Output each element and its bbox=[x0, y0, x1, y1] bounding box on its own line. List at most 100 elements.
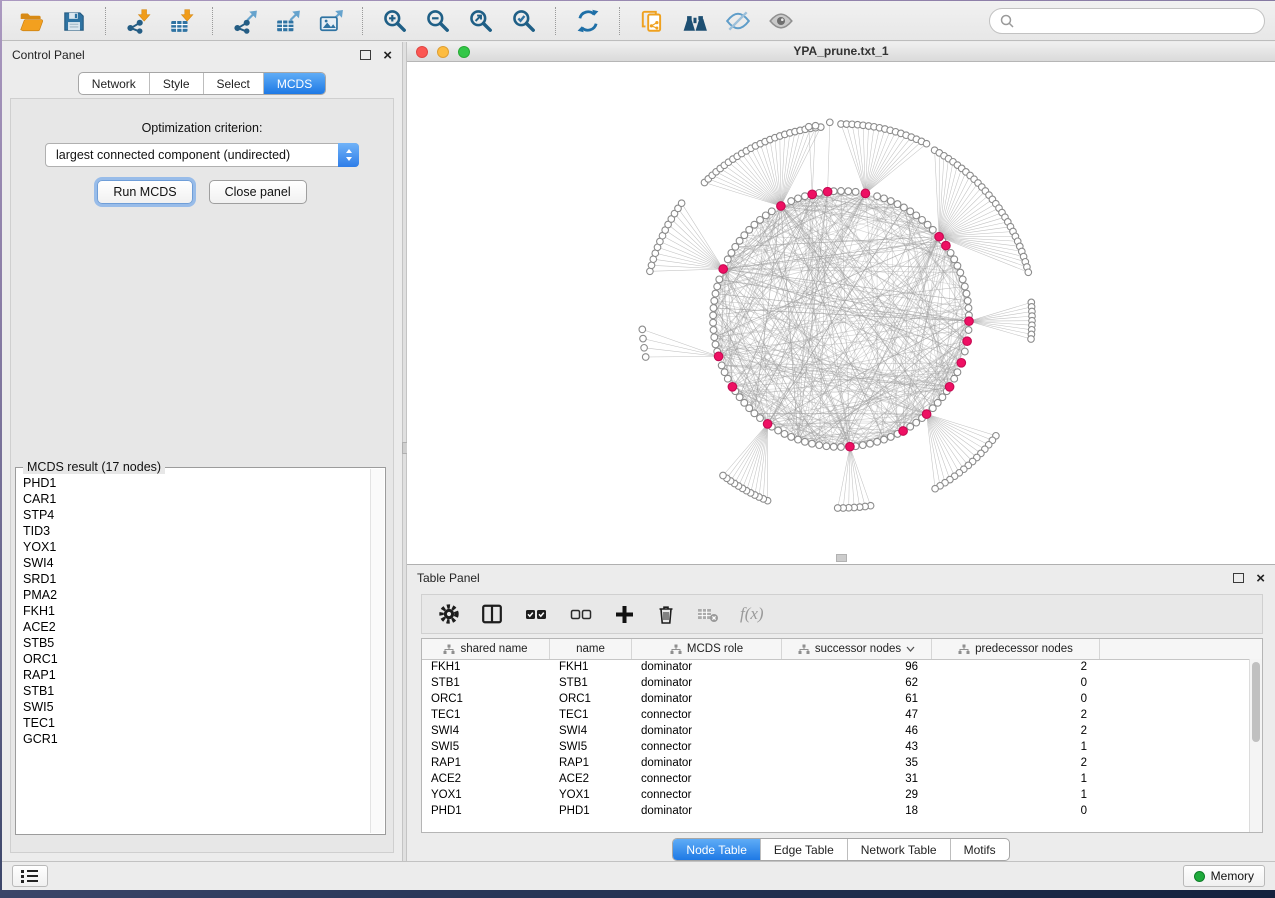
network-node[interactable] bbox=[711, 334, 718, 341]
network-node[interactable] bbox=[711, 297, 718, 304]
column-header-successor-nodes[interactable]: successor nodes bbox=[782, 639, 932, 659]
table-row[interactable]: ORC1ORC1dominator610 bbox=[422, 691, 1248, 707]
copy-share-network-button[interactable] bbox=[633, 5, 671, 37]
network-mcds-hub-node[interactable] bbox=[945, 383, 954, 392]
network-node[interactable] bbox=[712, 341, 719, 348]
network-window-titlebar[interactable]: YPA_prune.txt_1 bbox=[407, 42, 1275, 62]
select-all-button[interactable] bbox=[524, 604, 548, 624]
mcds-result-item[interactable]: SWI5 bbox=[23, 699, 370, 715]
network-node[interactable] bbox=[712, 290, 719, 297]
open-session-button[interactable] bbox=[12, 5, 50, 37]
network-mcds-hub-node[interactable] bbox=[957, 359, 966, 368]
table-scrollbar[interactable] bbox=[1249, 659, 1262, 832]
network-node[interactable] bbox=[907, 423, 914, 430]
network-leaf-node[interactable] bbox=[834, 505, 841, 512]
network-node[interactable] bbox=[710, 327, 717, 334]
mcds-result-item[interactable]: GCR1 bbox=[23, 731, 370, 747]
tab-edge-table[interactable]: Edge Table bbox=[760, 839, 847, 860]
search-field[interactable] bbox=[989, 8, 1265, 34]
network-node[interactable] bbox=[859, 442, 866, 449]
table-row[interactable]: TEC1TEC1connector472 bbox=[422, 707, 1248, 723]
network-node[interactable] bbox=[929, 226, 936, 233]
network-node[interactable] bbox=[845, 188, 852, 195]
network-node[interactable] bbox=[939, 394, 946, 401]
zoom-selected-button[interactable] bbox=[505, 5, 543, 37]
network-node[interactable] bbox=[757, 415, 764, 422]
export-image-button[interactable] bbox=[312, 5, 350, 37]
network-node[interactable] bbox=[951, 256, 958, 263]
network-node[interactable] bbox=[963, 290, 970, 297]
network-leaf-node[interactable] bbox=[1028, 336, 1035, 343]
import-table-button[interactable] bbox=[162, 5, 200, 37]
mcds-result-item[interactable]: SWI4 bbox=[23, 555, 370, 571]
table-mode-button[interactable] bbox=[438, 603, 460, 625]
tab-network-table[interactable]: Network Table bbox=[847, 839, 950, 860]
network-node[interactable] bbox=[957, 269, 964, 276]
mcds-result-item[interactable]: TID3 bbox=[23, 523, 370, 539]
save-session-button[interactable] bbox=[55, 5, 93, 37]
column-header-shared-name[interactable]: shared name bbox=[422, 639, 550, 659]
table-row[interactable]: ACE2ACE2connector311 bbox=[422, 771, 1248, 787]
tab-network[interactable]: Network bbox=[79, 73, 149, 94]
network-node[interactable] bbox=[816, 442, 823, 449]
network-node[interactable] bbox=[718, 362, 725, 369]
close-panel-icon[interactable]: × bbox=[383, 48, 392, 63]
network-mcds-hub-node[interactable] bbox=[899, 427, 908, 436]
table-scrollbar-thumb[interactable] bbox=[1252, 662, 1260, 742]
network-node[interactable] bbox=[913, 419, 920, 426]
network-leaf-node[interactable] bbox=[923, 140, 930, 147]
network-mcds-hub-node[interactable] bbox=[808, 190, 817, 199]
network-leaf-node[interactable] bbox=[827, 119, 834, 126]
network-node[interactable] bbox=[795, 195, 802, 202]
network-node[interactable] bbox=[710, 319, 717, 326]
mcds-result-item[interactable]: YOX1 bbox=[23, 539, 370, 555]
network-node[interactable] bbox=[736, 394, 743, 401]
float-panel-icon[interactable] bbox=[360, 50, 371, 60]
network-node[interactable] bbox=[721, 369, 728, 376]
network-node[interactable] bbox=[714, 283, 721, 290]
network-node[interactable] bbox=[788, 198, 795, 205]
network-node[interactable] bbox=[757, 217, 764, 224]
network-leaf-node[interactable] bbox=[639, 326, 646, 333]
network-node[interactable] bbox=[867, 440, 874, 447]
network-mcds-hub-node[interactable] bbox=[777, 202, 786, 211]
run-mcds-button[interactable]: Run MCDS bbox=[97, 180, 192, 204]
network-mcds-hub-node[interactable] bbox=[763, 420, 772, 429]
tab-motifs[interactable]: Motifs bbox=[950, 839, 1009, 860]
mcds-result-item[interactable]: PHD1 bbox=[23, 475, 370, 491]
network-node[interactable] bbox=[907, 208, 914, 215]
network-node[interactable] bbox=[732, 243, 739, 250]
memory-button[interactable]: Memory bbox=[1183, 865, 1265, 887]
network-leaf-node[interactable] bbox=[806, 123, 813, 130]
network-node[interactable] bbox=[802, 438, 809, 445]
network-leaf-node[interactable] bbox=[640, 335, 647, 342]
network-canvas[interactable] bbox=[407, 62, 1275, 564]
network-node[interactable] bbox=[724, 375, 731, 382]
network-node[interactable] bbox=[710, 312, 717, 319]
network-leaf-node[interactable] bbox=[932, 485, 939, 492]
network-node[interactable] bbox=[710, 305, 717, 312]
table-row[interactable]: STB1STB1dominator620 bbox=[422, 675, 1248, 691]
network-leaf-node[interactable] bbox=[641, 345, 648, 352]
table-row[interactable]: SWI4SWI4dominator462 bbox=[422, 723, 1248, 739]
mcds-result-item[interactable]: ACE2 bbox=[23, 619, 370, 635]
network-node[interactable] bbox=[947, 250, 954, 257]
network-node[interactable] bbox=[823, 443, 830, 450]
network-node[interactable] bbox=[716, 276, 723, 283]
network-mcds-hub-node[interactable] bbox=[823, 187, 832, 196]
network-node[interactable] bbox=[894, 201, 901, 208]
network-node[interactable] bbox=[965, 327, 972, 334]
delete-column-button[interactable] bbox=[697, 604, 719, 624]
network-node[interactable] bbox=[881, 195, 888, 202]
function-builder-button[interactable]: f(x) bbox=[740, 604, 764, 624]
network-node[interactable] bbox=[809, 440, 816, 447]
network-node[interactable] bbox=[881, 436, 888, 443]
network-node[interactable] bbox=[838, 444, 845, 451]
search-input[interactable] bbox=[1020, 13, 1254, 29]
table-row[interactable]: SWI5SWI5connector431 bbox=[422, 739, 1248, 755]
tab-node-table[interactable]: Node Table bbox=[673, 839, 760, 860]
network-node[interactable] bbox=[919, 217, 926, 224]
network-node[interactable] bbox=[874, 193, 881, 200]
mcds-list-scrollbar[interactable] bbox=[370, 469, 384, 833]
network-mcds-hub-node[interactable] bbox=[861, 189, 870, 198]
